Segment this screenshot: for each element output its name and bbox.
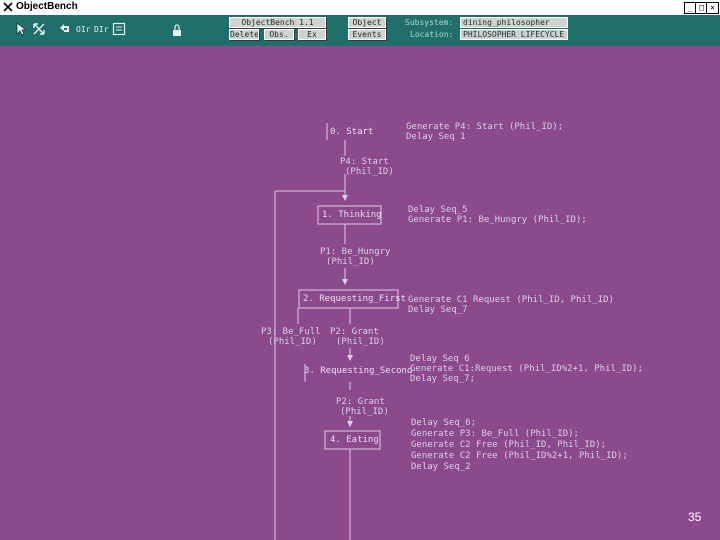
toolbar: OIr DIr ObjectBench 1.1 Delete Obs. Ex O… [0, 15, 720, 46]
subsystem-field[interactable]: dining_philosopher [460, 17, 568, 28]
transition-args-p4: (Phil_ID) [345, 167, 394, 177]
transition-args-p2: (Phil_ID) [336, 337, 385, 347]
transition-args-p3: (Phil_ID) [268, 337, 317, 347]
transition-args-p1: (Phil_ID) [326, 257, 375, 267]
window-title: ObjectBench [16, 1, 78, 12]
obs-button[interactable]: Obs. [264, 29, 294, 40]
pointer-icon[interactable] [14, 22, 28, 36]
state-requesting-second[interactable]: 3. Requesting_Second [304, 366, 412, 376]
location-field[interactable]: PHILOSOPHER LIFECYCLE [460, 29, 568, 40]
lock-icon[interactable] [170, 24, 184, 38]
dir-icon[interactable]: DIr [94, 25, 108, 34]
state-thinking[interactable]: 1. Thinking [322, 210, 382, 220]
state-requesting-second-action: Generate C1:Request (Phil_ID%2+1, Phil_I… [410, 364, 643, 374]
ex-button[interactable]: Ex [298, 29, 326, 40]
location-label: Location: [410, 30, 454, 39]
transition-args-p2-second: (Phil_ID) [340, 407, 389, 417]
state-eating-action: Generate C2 Free (Phil_ID, Phil_ID); [411, 440, 607, 450]
objectbench-app-icon [3, 2, 13, 12]
close-button[interactable]: × [706, 2, 719, 14]
state-requesting-first-action: Delay Seq_7 [408, 305, 468, 315]
state-eating-action: Generate P3: Be_Full (Phil_ID); [411, 429, 579, 439]
state-eating-action: Delay Seq_6; [411, 418, 477, 428]
state-start-action: Generate P4: Start (Phil_ID); [406, 122, 564, 132]
state-eating[interactable]: 4. Eating [330, 435, 379, 445]
objectbench-version-button[interactable]: ObjectBench 1.1 [229, 17, 326, 28]
resize-icon[interactable] [32, 22, 46, 36]
list-icon[interactable] [112, 22, 126, 36]
state-diagram-lines [274, 123, 399, 540]
state-requesting-first[interactable]: 2. Requesting_First [303, 294, 406, 304]
state-requesting-second-action: Delay Seq 6 [410, 354, 470, 364]
transition-event-p4[interactable]: P4: Start [340, 157, 389, 167]
state-start[interactable]: 0. Start [330, 127, 373, 137]
transition-event-p1[interactable]: P1: Be_Hungry [320, 247, 390, 257]
state-requesting-first-action: Generate C1 Request (Phil_ID, Phil_ID) [408, 295, 614, 305]
transition-event-p2-second[interactable]: P2: Grant [336, 397, 385, 407]
state-eating-action: Delay Seq_2 [411, 462, 471, 472]
oir-icon[interactable]: OIr [76, 25, 90, 34]
title-bar: ObjectBench _ □ × [0, 0, 720, 16]
subsystem-label: Subsystem: [405, 18, 454, 27]
events-button[interactable]: Events [348, 29, 386, 40]
object-button[interactable]: Object [348, 17, 386, 28]
state-requesting-second-action: Delay Seq_7; [410, 374, 476, 384]
page-number: 35 [688, 510, 702, 524]
state-thinking-action: Delay Seq_5 [408, 205, 468, 215]
transition-event-p2[interactable]: P2: Grant [330, 327, 379, 337]
undo-icon[interactable] [58, 22, 72, 36]
state-eating-action: Generate C2 Free (Phil_ID%2+1, Phil_ID); [411, 451, 628, 461]
state-thinking-action: Generate P1: Be_Hungry (Phil_ID); [408, 215, 587, 225]
state-start-action: Delay Seq 1 [406, 132, 466, 142]
delete-button[interactable]: Delete [229, 29, 259, 40]
state-model-canvas[interactable]: 0. Start Generate P4: Start (Phil_ID); D… [0, 46, 720, 540]
transition-event-p3[interactable]: P3: Be_Full [261, 327, 321, 337]
